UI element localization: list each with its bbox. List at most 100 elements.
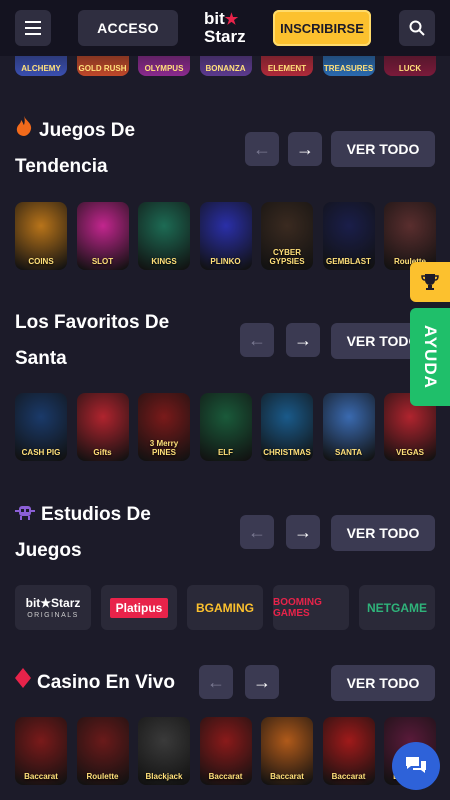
- section-title-trending: Juegos De Tendencia: [15, 113, 135, 185]
- game-tile-label: Roulette: [86, 772, 119, 781]
- top-header: ACCESO bit★ Starz INSCRIBIRSE: [0, 0, 450, 56]
- trending-view-all-button[interactable]: VER TODO: [331, 131, 435, 167]
- studio-tile[interactable]: Platipus: [101, 585, 177, 630]
- santa-prev-button[interactable]: ←: [240, 323, 274, 357]
- logo-top: bit: [204, 9, 225, 28]
- live-view-all-button[interactable]: VER TODO: [331, 665, 435, 701]
- game-tile-label: SANTA: [335, 448, 362, 457]
- game-tile[interactable]: OLYMPUS: [138, 56, 190, 76]
- game-tile-label: Baccarat: [331, 772, 366, 781]
- santa-games-row: CASH PIG Gifts 3 Merry PINES ELF CHRISTMAS SA…: [15, 393, 450, 461]
- studio-name: bit★Starz: [25, 596, 81, 610]
- live-games-row: Baccarat Roulette Blackjack Baccarat Baccara…: [15, 717, 450, 785]
- studio-tile[interactable]: bit★Starz ORIGINALS: [15, 585, 91, 630]
- game-tile[interactable]: Blackjack: [138, 717, 190, 785]
- game-tile-label: PLINKO: [210, 257, 241, 266]
- chat-button[interactable]: [392, 742, 440, 790]
- search-button[interactable]: [399, 10, 435, 46]
- game-tile-label: GEMBLAST: [326, 257, 371, 266]
- studio-name: Platipus: [109, 597, 169, 618]
- game-tile-label: COINS: [28, 257, 54, 266]
- studios-view-all-button[interactable]: VER TODO: [331, 515, 435, 551]
- logo[interactable]: bit★ Starz: [204, 10, 248, 45]
- game-tile[interactable]: CYBER GYPSIES: [261, 202, 313, 270]
- chat-icon: [406, 757, 426, 773]
- arrow-right-icon: →: [294, 329, 312, 350]
- signup-button[interactable]: INSCRIBIRSE: [273, 10, 371, 46]
- studio-name: NETGAME: [367, 600, 427, 615]
- studio-subtitle: ORIGINALS: [27, 612, 79, 619]
- hamburger-icon: [25, 21, 41, 35]
- section-title-live: Casino En Vivo: [15, 665, 175, 701]
- login-button[interactable]: ACCESO: [78, 10, 178, 46]
- arrow-right-icon: →: [294, 521, 312, 542]
- trending-prev-button[interactable]: ←: [245, 132, 279, 166]
- live-prev-button[interactable]: ←: [199, 665, 233, 699]
- game-tile[interactable]: Baccarat: [199, 717, 252, 785]
- diamond-icon: [15, 665, 31, 701]
- game-tile[interactable]: COINS: [15, 202, 67, 270]
- previous-games-strip: ALCHEMY GOLD RUSH OLYMPUS BONANZA ELEMENT TRE…: [0, 56, 450, 78]
- game-tile-label: Blackjack: [145, 772, 183, 781]
- game-tile-label: Gifts: [93, 448, 112, 457]
- trending-games-row: COINS SLOT KINGS PLINKO CYBER GYPSIES GEMBLAS…: [15, 202, 450, 270]
- game-tile-label: Baccarat: [270, 772, 304, 781]
- live-next-button[interactable]: →: [245, 665, 279, 699]
- game-tile[interactable]: BONANZA: [199, 56, 252, 76]
- game-tile[interactable]: LUCK: [384, 56, 436, 76]
- game-tile[interactable]: KINGS: [138, 202, 190, 270]
- game-tile[interactable]: Baccarat: [261, 717, 313, 785]
- santa-next-button[interactable]: →: [286, 323, 320, 357]
- logo-bottom: Starz: [204, 27, 246, 46]
- search-icon: [409, 20, 425, 36]
- game-tile[interactable]: 3 Merry PINES: [138, 393, 190, 461]
- game-tile-label: ELF: [217, 448, 234, 457]
- arrow-right-icon: →: [296, 138, 314, 159]
- help-button[interactable]: AYUDA: [410, 308, 450, 406]
- studios-prev-button[interactable]: ←: [240, 515, 274, 549]
- studio-name: BGAMING: [196, 600, 254, 615]
- game-tile[interactable]: Baccarat: [322, 717, 375, 785]
- game-tile-label: Baccarat: [24, 772, 58, 781]
- studio-tile[interactable]: NETGAME: [359, 585, 435, 630]
- arrow-right-icon: →: [253, 671, 271, 692]
- studios-row: bit★Starz ORIGINALS Platipus BGAMING BOOMING…: [15, 585, 450, 630]
- arrow-left-icon: ←: [207, 671, 225, 692]
- section-title-santa: Los Favoritos De Santa: [15, 312, 170, 369]
- arrow-left-icon: ←: [253, 138, 271, 159]
- studio-name: BOOMING GAMES: [273, 596, 322, 619]
- help-label: AYUDA: [421, 325, 440, 389]
- game-tile[interactable]: GEMBLAST: [322, 202, 375, 270]
- studio-tile[interactable]: BOOMING GAMES: [273, 585, 349, 630]
- game-tile-label: Baccarat: [208, 772, 243, 781]
- menu-button[interactable]: [15, 10, 51, 46]
- game-tile[interactable]: SANTA: [322, 393, 375, 461]
- fire-icon: [15, 113, 33, 149]
- tournaments-button[interactable]: [410, 262, 450, 302]
- game-tile[interactable]: Roulette: [76, 717, 129, 785]
- game-tile[interactable]: ALCHEMY: [15, 56, 67, 76]
- game-tile-label: VEGAS: [395, 448, 424, 457]
- game-tile[interactable]: ELF: [199, 393, 252, 461]
- game-tile-label: CYBER GYPSIES: [269, 248, 305, 266]
- star-icon: ★: [224, 11, 239, 28]
- alien-icon: [15, 497, 35, 533]
- game-tile[interactable]: Roulette: [384, 202, 436, 270]
- arrow-left-icon: ←: [248, 521, 266, 542]
- game-tile-label: KINGS: [151, 257, 177, 266]
- game-tile[interactable]: GOLD RUSH: [76, 56, 129, 76]
- arrow-left-icon: ←: [248, 329, 266, 350]
- trending-next-button[interactable]: →: [288, 132, 322, 166]
- game-tile[interactable]: ELEMENT: [261, 56, 313, 76]
- game-tile[interactable]: Baccarat: [15, 717, 67, 785]
- game-tile[interactable]: TREASURES: [322, 56, 375, 76]
- studios-next-button[interactable]: →: [286, 515, 320, 549]
- game-tile[interactable]: Gifts: [76, 393, 129, 461]
- studio-tile[interactable]: BGAMING: [187, 585, 263, 630]
- game-tile[interactable]: CHRISTMAS: [261, 393, 313, 461]
- game-tile-label: 3 Merry PINES: [149, 439, 179, 457]
- game-tile[interactable]: SLOT: [76, 202, 129, 270]
- game-tile[interactable]: CASH PIG: [15, 393, 67, 461]
- trophy-icon: [421, 274, 439, 290]
- game-tile[interactable]: PLINKO: [199, 202, 252, 270]
